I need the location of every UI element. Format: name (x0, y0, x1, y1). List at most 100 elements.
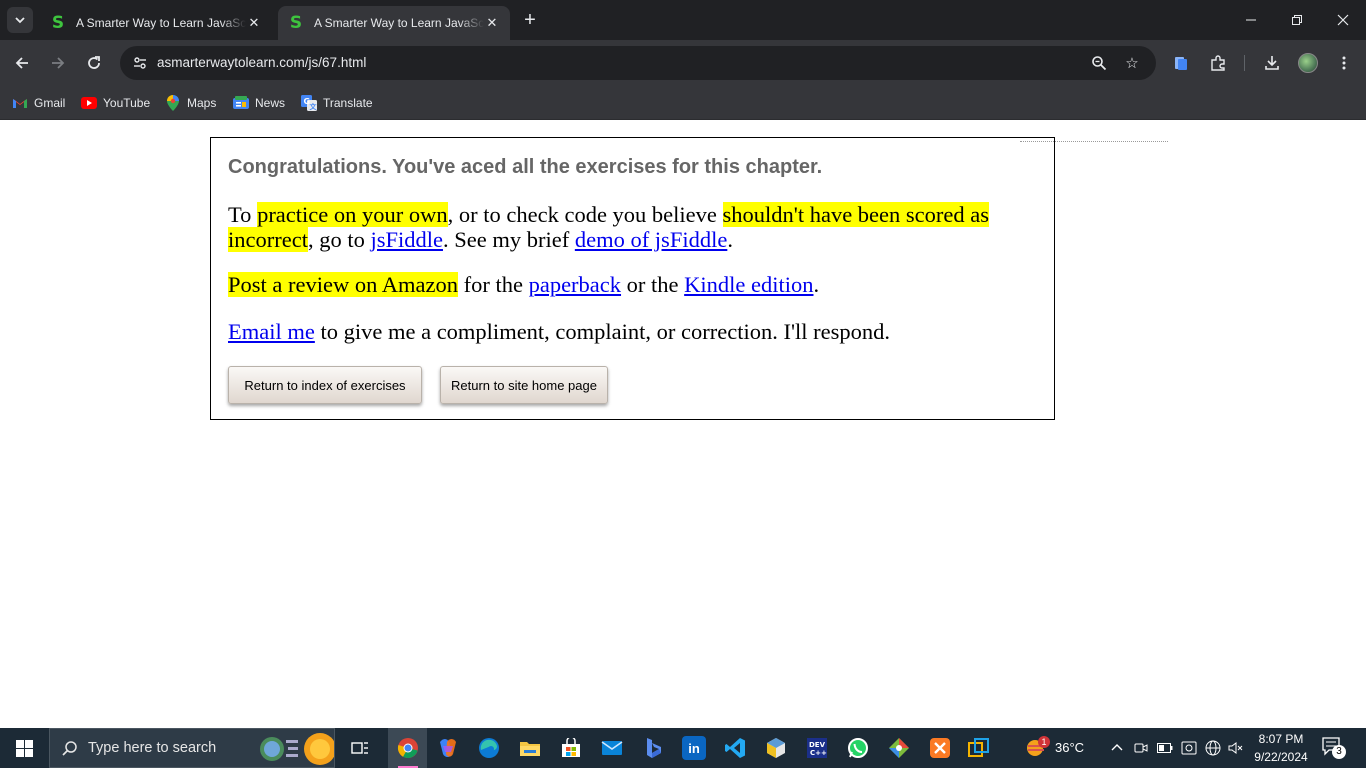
toolbar-divider (1244, 55, 1245, 71)
edge-taskbar-icon[interactable] (475, 734, 503, 762)
text-fragment: for the (457, 272, 529, 297)
back-button[interactable] (8, 49, 36, 77)
bookmark-label: Maps (187, 96, 217, 110)
page-viewport: Congratulations. You've aced all the exe… (0, 121, 1366, 728)
bookmark-translate[interactable]: G文 Translate (301, 92, 373, 114)
file-explorer-taskbar-icon[interactable] (516, 734, 544, 762)
system-clock[interactable]: 8:07 PM 9/22/2024 (1248, 730, 1314, 766)
tab-strip: S A Smarter Way to Learn JavaScript ✕ S … (0, 0, 1366, 40)
text-fragment: or the (621, 272, 685, 297)
profile-avatar[interactable] (1298, 53, 1318, 73)
svg-text:DEV: DEV (809, 741, 826, 749)
chevron-up-icon[interactable] (1108, 739, 1126, 757)
arrow-left-icon (15, 57, 28, 69)
virtualbox-taskbar-icon[interactable] (762, 734, 790, 762)
close-tab-icon[interactable]: ✕ (246, 15, 262, 31)
start-button[interactable] (0, 728, 48, 768)
tab-2-active[interactable]: S A Smarter Way to Learn JavaScript ✕ (278, 6, 510, 40)
address-bar[interactable]: asmarterwaytolearn.com/js/67.html ☆ (120, 46, 1156, 80)
remote-desktop-taskbar-icon[interactable] (965, 734, 993, 762)
search-highlight-illustration-icon (260, 733, 334, 765)
restore-button[interactable] (1274, 0, 1320, 40)
battery-icon[interactable] (1156, 739, 1174, 757)
url-text[interactable]: asmarterwaytolearn.com/js/67.html (157, 55, 366, 70)
browser-menu-icon[interactable] (1333, 52, 1355, 74)
xampp-taskbar-icon[interactable] (926, 734, 954, 762)
forward-button[interactable] (44, 49, 72, 77)
jsfiddle-demo-link[interactable]: demo of jsFiddle (575, 227, 728, 252)
email-me-link[interactable]: Email me (228, 319, 315, 344)
tab-title: A Smarter Way to Learn JavaScript (314, 16, 484, 30)
zoom-icon[interactable] (1089, 53, 1109, 73)
whatsapp-taskbar-icon[interactable] (844, 734, 872, 762)
taskbar-search-box[interactable]: Type here to search (49, 728, 335, 768)
close-window-button[interactable] (1320, 0, 1366, 40)
bookmark-star-icon[interactable]: ☆ (1122, 53, 1142, 73)
camera-icon[interactable] (1180, 739, 1198, 757)
new-tab-button[interactable]: + (518, 8, 542, 32)
youtube-icon (81, 95, 97, 111)
arrow-right-icon (52, 57, 65, 69)
task-view-icon[interactable] (346, 734, 374, 762)
review-paragraph: Post a review on Amazon for the paperbac… (228, 272, 1038, 297)
minimize-icon (1246, 19, 1256, 21)
notification-center-button[interactable]: 3 (1322, 737, 1346, 759)
chrome-taskbar-icon[interactable] (394, 734, 422, 768)
text-fragment: . See my brief (442, 227, 575, 252)
search-placeholder: Type here to search (88, 740, 217, 756)
windows-taskbar: Type here to search in DEV C++ 1 36°C 8:… (0, 728, 1366, 768)
bookmark-youtube[interactable]: YouTube (81, 92, 150, 114)
network-globe-icon[interactable] (1204, 739, 1222, 757)
paperback-link[interactable]: paperback (529, 272, 621, 297)
copilot-taskbar-icon[interactable] (434, 734, 462, 762)
speaker-muted-icon[interactable] (1227, 739, 1245, 757)
news-icon (233, 95, 249, 111)
site-info-icon[interactable] (128, 51, 152, 75)
svg-text:C++: C++ (810, 749, 827, 757)
git-tool-taskbar-icon[interactable] (885, 734, 913, 762)
bookmark-gmail[interactable]: Gmail (12, 92, 65, 114)
bookmark-label: Translate (323, 96, 373, 110)
devcpp-taskbar-icon[interactable]: DEV C++ (803, 734, 831, 762)
tab-1[interactable]: S A Smarter Way to Learn JavaScript ✕ (40, 6, 272, 40)
linkedin-taskbar-icon[interactable]: in (682, 736, 706, 760)
kindle-edition-link[interactable]: Kindle edition (684, 272, 813, 297)
page-title: Congratulations. You've aced all the exe… (228, 156, 823, 178)
chevron-down-icon (15, 17, 25, 24)
reload-button[interactable] (80, 49, 108, 77)
clock-date: 9/22/2024 (1254, 750, 1308, 764)
weather-alert-badge: 1 (1038, 736, 1050, 748)
restore-icon (1292, 15, 1302, 25)
return-to-index-button[interactable]: Return to index of exercises (228, 366, 422, 404)
vscode-taskbar-icon[interactable] (721, 734, 749, 762)
practice-paragraph: To practice on your own, or to check cod… (228, 202, 1038, 252)
return-to-home-button[interactable]: Return to site home page (440, 366, 608, 404)
mail-taskbar-icon[interactable] (598, 734, 626, 762)
email-paragraph: Email me to give me a compliment, compla… (228, 319, 1038, 344)
minimize-button[interactable] (1228, 0, 1274, 40)
text-fragment: , go to (307, 227, 371, 252)
extension-docs-icon[interactable] (1170, 52, 1192, 74)
bookmark-news[interactable]: News (233, 92, 285, 114)
close-tab-icon[interactable]: ✕ (484, 15, 500, 31)
jsfiddle-link[interactable]: jsFiddle (370, 227, 443, 252)
extensions-puzzle-icon[interactable] (1207, 52, 1229, 74)
bookmark-label: YouTube (103, 96, 151, 110)
text-fragment: To (228, 202, 258, 227)
close-icon (1337, 14, 1349, 26)
text-fragment: . (813, 272, 820, 297)
bing-copilot-taskbar-icon[interactable] (639, 734, 667, 762)
tab-search-button[interactable] (7, 7, 33, 33)
reload-icon (88, 56, 100, 69)
site-favicon-icon: S (289, 13, 303, 33)
windows-logo-icon (15, 739, 33, 757)
downloads-icon[interactable] (1261, 52, 1283, 74)
svg-text:文: 文 (310, 102, 318, 111)
store-taskbar-icon[interactable] (557, 734, 585, 762)
weather-temperature[interactable]: 36°C (1055, 740, 1084, 755)
maps-icon (165, 95, 181, 111)
meet-now-icon[interactable] (1132, 739, 1150, 757)
search-icon (62, 740, 78, 756)
notification-count-badge: 3 (1332, 745, 1346, 759)
bookmark-maps[interactable]: Maps (165, 92, 216, 114)
